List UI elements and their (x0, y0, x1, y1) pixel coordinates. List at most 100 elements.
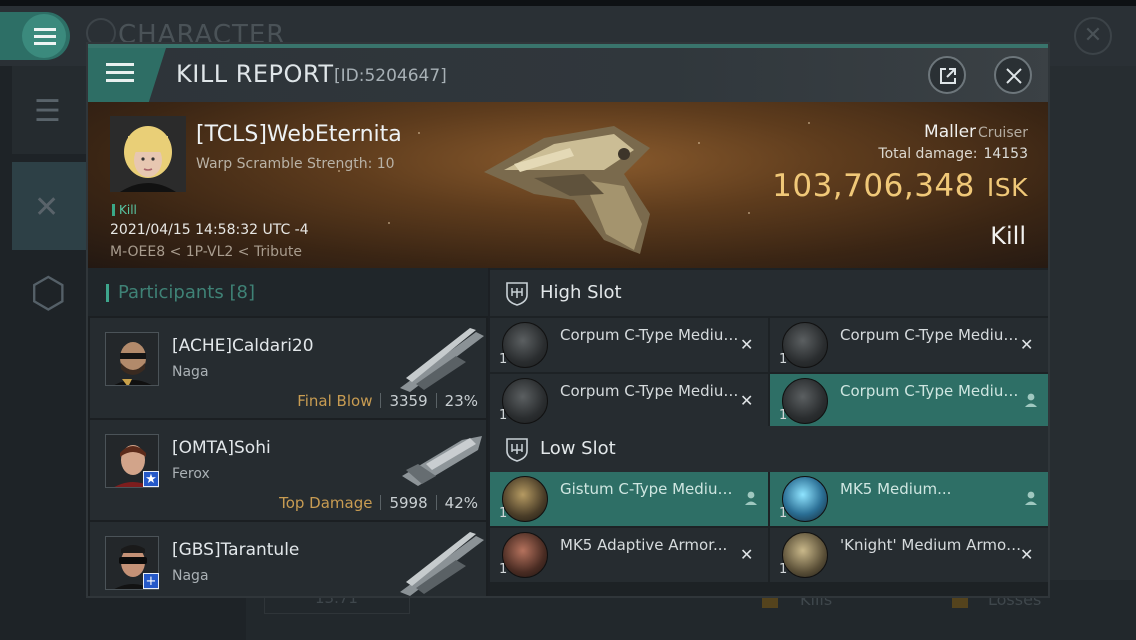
item-quantity: 1 (499, 562, 508, 577)
item-name: Corpum C-Type Medium... (560, 382, 744, 400)
module-icon (782, 322, 828, 368)
final-blow-tag: Final Blow (297, 392, 373, 410)
background-close-icon[interactable]: ✕ (1074, 17, 1112, 55)
module-icon (502, 532, 548, 578)
high-slot-item[interactable]: 1 Corpum C-Type Medium... ✕ (490, 318, 768, 372)
alliance-badge-icon: ★ (143, 471, 159, 487)
participant-ship: Ferox (172, 466, 210, 482)
participant-row[interactable]: + [GBS]Tarantule Naga (90, 522, 486, 596)
participant-ship-image (402, 436, 482, 486)
module-icon (782, 378, 828, 424)
item-quantity: 1 (779, 408, 788, 423)
kill-report-id: [ID:5204647] (334, 66, 447, 86)
high-slot-item[interactable]: 1 Corpum C-Type Medium... ✕ (490, 374, 768, 428)
destroyed-icon: ✕ (740, 391, 754, 410)
participants-count: [8] (229, 282, 255, 303)
module-icon (502, 378, 548, 424)
participants-label: Participants (118, 282, 224, 303)
close-button[interactable] (994, 56, 1032, 94)
participant-name[interactable]: [ACHE]Caldari20 (172, 336, 314, 356)
dropped-pilot-icon (1025, 393, 1037, 407)
hamburger-icon (106, 63, 134, 87)
participant-ship-image (400, 532, 484, 596)
ship-name: Maller (924, 122, 977, 142)
module-icon (502, 322, 548, 368)
item-name: 'Knight' Medium Armor... (840, 536, 1024, 554)
item-quantity: 1 (499, 506, 508, 521)
hamburger-icon (34, 28, 56, 49)
participant-percent: 23% (444, 392, 478, 410)
dropped-pilot-icon (745, 491, 757, 505)
total-damage-value: 14153 (983, 146, 1028, 162)
destroyed-icon: ✕ (740, 545, 754, 564)
kill-report-modal: KILL REPORT [ID:5204647] [TCLS]WebEterni… (86, 42, 1050, 598)
low-slot-item[interactable]: 1 MK5 Medium... (770, 472, 1048, 526)
victim-ship-image[interactable] (474, 104, 674, 266)
external-link-icon (940, 68, 956, 84)
kill-type-tag: Kill (112, 203, 137, 217)
victim-subtitle: Warp Scramble Strength: 10 (196, 156, 395, 172)
victim-ship[interactable]: Maller Cruiser (924, 122, 1028, 142)
participant-damage: 5998 (389, 494, 428, 512)
low-slot-item[interactable]: 1 'Knight' Medium Armor... ✕ (770, 528, 1048, 582)
isk-value: 103,706,348 ISK (772, 168, 1028, 204)
destroyed-icon: ✕ (1020, 335, 1034, 354)
total-damage-label: Total damage: (878, 146, 978, 162)
kill-result: Kill (990, 222, 1026, 250)
item-name: MK5 Medium... (840, 480, 952, 498)
destroyed-icon: ✕ (740, 335, 754, 354)
item-name: Gistum C-Type Medium... (560, 480, 744, 498)
destroyed-icon: ✕ (1020, 545, 1034, 564)
kill-location[interactable]: M-OEE8 < 1P-VL2 < Tribute (110, 244, 302, 260)
module-icon (502, 476, 548, 522)
victim-name[interactable]: [TCLS]WebEternita (196, 122, 402, 147)
top-damage-tag: Top Damage (279, 494, 373, 512)
participants-title: Participants [8] (118, 282, 255, 303)
item-name: Corpum C-Type Medium... (840, 326, 1024, 344)
participant-name[interactable]: [GBS]Tarantule (172, 540, 299, 560)
victim-portrait[interactable] (110, 116, 186, 192)
low-slot-header: Low Slot (490, 426, 1048, 472)
modal-title: KILL REPORT (176, 60, 334, 88)
low-slot-icon (506, 438, 528, 462)
star-hexagon-icon[interactable]: ⬡ (30, 268, 84, 328)
list-icon: ☰ (34, 94, 61, 129)
ship-class: Cruiser (978, 125, 1028, 141)
modal-menu-button[interactable] (88, 48, 166, 102)
item-quantity: 1 (499, 352, 508, 367)
item-name: Corpum C-Type Medium... (840, 382, 1024, 400)
item-quantity: 1 (779, 352, 788, 367)
item-quantity: 1 (779, 562, 788, 577)
high-slot-icon (506, 282, 528, 306)
item-quantity: 1 (779, 506, 788, 521)
fitting-panel: High Slot 1 Corpum C-Type Medium... ✕ 1 … (490, 268, 1048, 596)
sidebar-item-menu[interactable]: ☰ (12, 66, 88, 154)
dropped-pilot-icon (1025, 491, 1037, 505)
high-slot-label: High Slot (540, 282, 622, 303)
item-name: Corpum C-Type Medium... (560, 326, 744, 344)
participant-name[interactable]: [OMTA]Sohi (172, 438, 271, 458)
participant-row[interactable]: ★ [OMTA]Sohi Ferox Top Damage 5998 42% (90, 420, 486, 520)
participants-panel: Participants [8] [ACHE]Caldari20 Naga Fi… (88, 268, 488, 596)
participant-portrait[interactable] (105, 332, 159, 386)
share-button[interactable] (928, 56, 966, 94)
participant-stats: Top Damage 5998 42% (279, 494, 478, 512)
isk-amount: 103,706,348 (772, 168, 975, 204)
sidebar-item-combat[interactable]: ✕ (12, 162, 88, 250)
participant-ship: Naga (172, 568, 209, 584)
close-icon (1006, 68, 1022, 84)
participant-ship-image (400, 328, 484, 392)
participants-header: Participants [8] (88, 268, 488, 316)
victim-banner: [TCLS]WebEternita Warp Scramble Strength… (88, 102, 1048, 268)
item-name: MK5 Adaptive Armor... (560, 536, 728, 554)
participant-percent: 42% (444, 494, 478, 512)
high-slot-item[interactable]: 1 Corpum C-Type Medium... ✕ (770, 318, 1048, 372)
low-slot-item[interactable]: 1 MK5 Adaptive Armor... ✕ (490, 528, 768, 582)
high-slot-item[interactable]: 1 Corpum C-Type Medium... (770, 374, 1048, 428)
participant-stats: Final Blow 3359 23% (297, 392, 478, 410)
participant-row[interactable]: [ACHE]Caldari20 Naga Final Blow 3359 23% (90, 318, 486, 418)
modal-header: KILL REPORT [ID:5204647] (88, 48, 1048, 102)
low-slot-item[interactable]: 1 Gistum C-Type Medium... (490, 472, 768, 526)
main-menu-button[interactable] (0, 12, 70, 60)
module-icon (782, 532, 828, 578)
